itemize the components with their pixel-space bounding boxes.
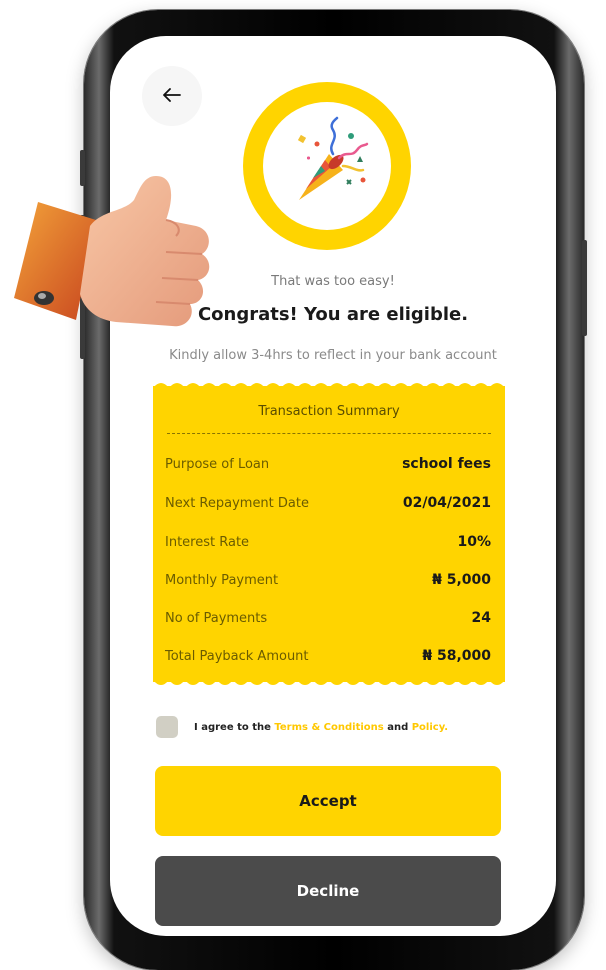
- summary-row: Purpose of Loan school fees: [165, 454, 491, 474]
- agreement-text: I agree to the Terms & Conditions and Po…: [194, 722, 448, 733]
- summary-value: ₦ 5,000: [432, 572, 491, 588]
- terms-link[interactable]: Terms & Conditions: [274, 722, 383, 733]
- back-button[interactable]: [142, 66, 202, 126]
- summary-divider: [167, 433, 491, 434]
- reflection-note: Kindly allow 3-4hrs to reflect in your b…: [169, 348, 497, 363]
- summary-label: Interest Rate: [165, 534, 250, 550]
- summary-value: ₦ 58,000: [422, 648, 491, 664]
- summary-label: Monthly Payment: [165, 572, 279, 588]
- transaction-summary-card: Transaction Summary Purpose of Loan scho…: [153, 378, 505, 690]
- summary-row: Monthly Payment ₦ 5,000: [165, 570, 491, 590]
- phone-power-button: [582, 240, 587, 336]
- summary-title: Transaction Summary: [258, 404, 400, 419]
- ticket-edge-bottom: [153, 680, 505, 685]
- arrow-left-icon: [163, 87, 181, 106]
- summary-value: 10%: [457, 534, 491, 550]
- thumbs-up-icon: [6, 170, 216, 344]
- summary-row: Interest Rate 10%: [165, 532, 491, 552]
- summary-label: No of Payments: [165, 610, 268, 626]
- agreement-prefix: I agree to the: [194, 721, 271, 733]
- summary-label: Purpose of Loan: [165, 456, 270, 472]
- agree-checkbox[interactable]: [156, 716, 178, 738]
- party-popper-icon: [277, 114, 377, 218]
- accept-button[interactable]: Accept: [155, 766, 501, 836]
- summary-label: Total Payback Amount: [165, 648, 309, 664]
- celebration-badge: [243, 82, 411, 250]
- policy-link[interactable]: Policy.: [412, 722, 448, 733]
- summary-label: Next Repayment Date: [165, 495, 309, 511]
- summary-value: 02/04/2021: [402, 495, 491, 511]
- summary-value: school fees: [402, 456, 491, 472]
- summary-value: 24: [471, 610, 491, 626]
- agreement-conjunction: and: [387, 721, 409, 733]
- summary-row: Total Payback Amount ₦ 58,000: [165, 646, 491, 666]
- summary-row: No of Payments 24: [165, 608, 491, 628]
- summary-row: Next Repayment Date 02/04/2021: [165, 493, 491, 513]
- agreement-row: I agree to the Terms & Conditions and Po…: [156, 716, 448, 738]
- decline-button[interactable]: Decline: [155, 856, 501, 926]
